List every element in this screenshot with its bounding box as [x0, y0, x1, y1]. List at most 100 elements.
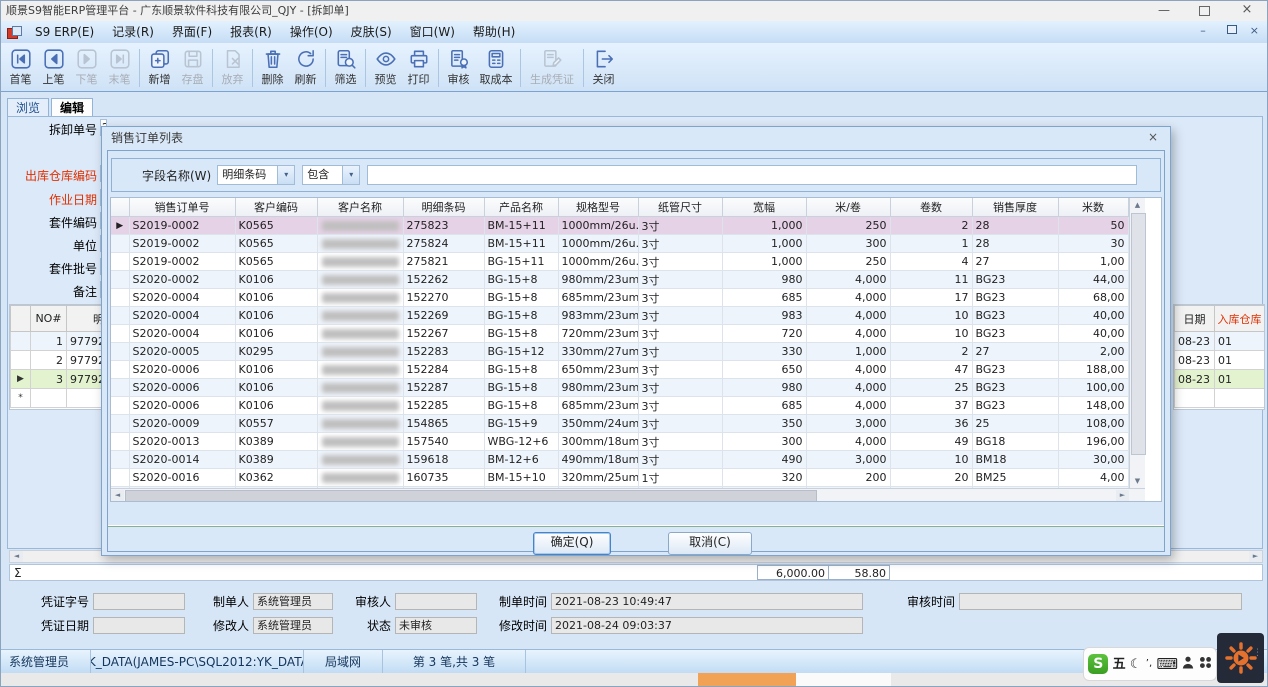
menu-item[interactable]: 记录(R): [103, 21, 163, 43]
menu-item[interactable]: S9 ERP(E): [26, 21, 103, 43]
toolbar-button[interactable]: 筛选: [329, 44, 362, 90]
tab[interactable]: 浏览: [7, 98, 49, 117]
col-header-warehouse[interactable]: 入库仓库: [1215, 306, 1265, 332]
toolbar-button[interactable]: 新增: [143, 44, 176, 90]
sales-order-row[interactable]: S2019-0002 K0565 275821 BG-15+11 1000mm/…: [111, 253, 1128, 271]
detail-grid-row[interactable]: 08-23 01: [1175, 332, 1265, 351]
window-maximize-button[interactable]: [1187, 1, 1221, 21]
detail-grid-row[interactable]: [1175, 389, 1265, 408]
sales-order-row[interactable]: S2020-0004 K0106 152269 BG-15+8 983mm/23…: [111, 307, 1128, 325]
punctuation-icon[interactable]: ’,: [1146, 659, 1152, 669]
toolbar-button[interactable]: [136, 47, 143, 87]
sales-order-row[interactable]: S2019-0002 K0565 275824 BM-15+11 1000mm/…: [111, 235, 1128, 253]
toolbar-button[interactable]: [362, 47, 369, 87]
col-header-no[interactable]: NO#: [31, 306, 67, 332]
person-icon[interactable]: [1182, 656, 1194, 672]
taskbar-button[interactable]: [796, 673, 891, 687]
footer-field-value[interactable]: [959, 593, 1242, 610]
sales-order-row[interactable]: S2020-0009 K0557 154865 BG-15+9 350mm/24…: [111, 415, 1128, 433]
sales-order-row[interactable]: S2020-0004 K0106 152267 BG-15+8 720mm/23…: [111, 325, 1128, 343]
toolbar-button[interactable]: 取成本: [475, 44, 517, 90]
menu-item[interactable]: 操作(O): [281, 21, 342, 43]
toolbar-button[interactable]: 关闭: [587, 44, 620, 90]
sales-order-row[interactable]: S2020-0006 K0106 152287 BG-15+8 980mm/23…: [111, 379, 1128, 397]
toolbar-button[interactable]: 刷新: [289, 44, 322, 90]
toolbar-button[interactable]: 生成凭证: [524, 44, 580, 90]
sales-order-row[interactable]: S2020-0005 K0295 152283 BG-15+12 330mm/2…: [111, 343, 1128, 361]
sales-order-row[interactable]: S2020-0013 K0389 157540 WBG-12+6 300mm/1…: [111, 433, 1128, 451]
grid-column-header[interactable]: 明细条码: [403, 198, 484, 217]
scroll-down-icon[interactable]: ▼: [1130, 474, 1145, 488]
menu-item[interactable]: 报表(R): [221, 21, 281, 43]
tab[interactable]: 编辑: [51, 98, 93, 117]
grid-column-header[interactable]: 客户名称: [317, 198, 403, 217]
scroll-left-icon[interactable]: ◄: [10, 551, 23, 562]
toolbar-button[interactable]: [580, 47, 587, 87]
scroll-up-icon[interactable]: ▲: [1130, 198, 1145, 212]
assistant-widget[interactable]: ⋮: [1217, 633, 1264, 683]
menu-item[interactable]: 皮肤(S): [342, 21, 401, 43]
detail-grid-row[interactable]: ▶ 3 97792: [11, 370, 106, 389]
sogou-logo-icon[interactable]: S: [1088, 654, 1108, 674]
cancel-button[interactable]: 取消(C): [668, 532, 752, 555]
detail-grid-row[interactable]: *: [11, 389, 106, 408]
grid-column-header[interactable]: 产品名称: [484, 198, 558, 217]
dialog-close-button[interactable]: ×: [1145, 129, 1161, 145]
grid-column-header[interactable]: 米数: [1058, 198, 1128, 217]
scroll-left-icon[interactable]: ◄: [111, 490, 124, 501]
grid-column-header[interactable]: 宽幅: [722, 198, 806, 217]
detail-grid-row[interactable]: 2 97792: [11, 351, 106, 370]
toolbar-button[interactable]: [249, 47, 256, 87]
toolbar-button[interactable]: [435, 47, 442, 87]
toolbar-button[interactable]: 打印: [402, 44, 435, 90]
toolbar-button[interactable]: 存盘: [176, 44, 209, 90]
toolbar-button[interactable]: 下笔: [70, 44, 103, 90]
toolbox-icon[interactable]: [1199, 656, 1212, 672]
sales-order-row[interactable]: S2020-0006 K0106 152285 BG-15+8 685mm/23…: [111, 397, 1128, 415]
detail-grid-row[interactable]: 08-23 01: [1175, 370, 1265, 389]
window-close-button[interactable]: ×: [1229, 1, 1265, 21]
detail-grid-row[interactable]: 1 97792: [11, 332, 106, 351]
grid-column-header[interactable]: 销售厚度: [972, 198, 1058, 217]
menu-item[interactable]: 窗口(W): [401, 21, 464, 43]
wubi-mode-icon[interactable]: 五: [1113, 658, 1126, 671]
toolbar-button[interactable]: 预览: [369, 44, 402, 90]
col-header-date[interactable]: 日期: [1175, 306, 1215, 332]
chevron-down-icon[interactable]: ▾: [277, 166, 294, 184]
vscroll-thumb[interactable]: [1131, 213, 1146, 455]
detail-grid-row[interactable]: 08-23 01: [1175, 351, 1265, 370]
sales-order-row[interactable]: S2020-0006 K0106 152284 BG-15+8 650mm/23…: [111, 361, 1128, 379]
mdi-close-button[interactable]: ×: [1250, 24, 1259, 37]
toolbar-button[interactable]: 末笔: [103, 44, 136, 90]
toolbar-button[interactable]: 删除: [256, 44, 289, 90]
footer-field-value[interactable]: 2021-08-24 09:03:37: [551, 617, 863, 634]
chevron-down-icon[interactable]: ▾: [342, 166, 359, 184]
filter-operator-combo[interactable]: 包含 ▾: [302, 165, 360, 185]
toolbar-button[interactable]: 首笔: [4, 44, 37, 90]
keyboard-icon[interactable]: ⌨: [1156, 657, 1178, 672]
sales-order-row[interactable]: S2020-0004 K0106 152270 BG-15+8 685mm/23…: [111, 289, 1128, 307]
hscroll-thumb[interactable]: [125, 490, 817, 502]
toolbar-button[interactable]: 上笔: [37, 44, 70, 90]
toolbar-button[interactable]: 放弃: [216, 44, 249, 90]
grid-hscrollbar[interactable]: ◄ ►: [111, 488, 1145, 501]
ok-button[interactable]: 确定(Q): [533, 532, 611, 555]
mdi-minimize-button[interactable]: –: [1200, 24, 1206, 37]
grid-column-header[interactable]: 客户编码: [235, 198, 317, 217]
toolbar-button[interactable]: [209, 47, 216, 87]
mdi-restore-button[interactable]: [1218, 24, 1237, 37]
toolbar-button[interactable]: 审核: [442, 44, 475, 90]
scroll-right-icon[interactable]: ►: [1116, 490, 1129, 501]
sales-order-row[interactable]: S2020-0002 K0106 152262 BG-15+8 980mm/23…: [111, 271, 1128, 289]
toolbar-button[interactable]: [517, 47, 524, 87]
taskbar-active-button[interactable]: [698, 673, 796, 687]
grid-column-header[interactable]: 卷数: [890, 198, 972, 217]
menu-item[interactable]: 帮助(H): [464, 21, 524, 43]
filter-field-combo[interactable]: 明细条码 ▾: [217, 165, 295, 185]
sales-order-row[interactable]: S2020-0014 K0389 159618 BM-12+6 490mm/18…: [111, 451, 1128, 469]
grid-column-header[interactable]: 纸管尺寸: [638, 198, 722, 217]
grid-column-header[interactable]: 米/卷: [806, 198, 890, 217]
footer-field-value[interactable]: 2021-08-23 10:49:47: [551, 593, 863, 610]
grid-column-header[interactable]: 规格型号: [558, 198, 638, 217]
menu-item[interactable]: 界面(F): [163, 21, 221, 43]
